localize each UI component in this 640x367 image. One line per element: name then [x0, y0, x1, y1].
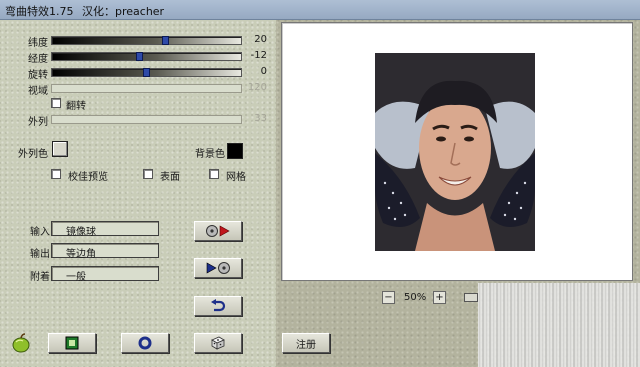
zoom-in-button[interactable]: +: [433, 291, 446, 304]
surface-label: 表面: [160, 172, 180, 183]
play-disc-icon: [206, 262, 230, 274]
outer-color-swatch[interactable]: [52, 141, 68, 157]
grid-label: 网格: [226, 172, 246, 183]
dice-icon: [211, 336, 225, 350]
rotation-value: 0: [260, 66, 267, 77]
background-color-label: 背景色: [195, 149, 225, 160]
grid-checkbox[interactable]: [209, 169, 219, 179]
green-square-icon: [65, 336, 79, 350]
surface-checkbox[interactable]: [143, 169, 153, 179]
apply-reverse-button[interactable]: [194, 258, 242, 278]
longitude-value: -12: [250, 50, 267, 61]
random-button[interactable]: [194, 333, 242, 353]
preview-image: [375, 53, 535, 251]
blue-ring-icon: [138, 336, 152, 350]
outer-color-label: 外列色: [18, 149, 48, 160]
field-of-view-slider[interactable]: [51, 84, 242, 93]
input-field[interactable]: 镜像球: [51, 221, 159, 238]
square-shape-button[interactable]: [48, 333, 96, 353]
outer-column-slider[interactable]: [51, 115, 242, 124]
apple-logo-icon[interactable]: [10, 333, 32, 353]
attach-field[interactable]: 一般: [51, 266, 159, 283]
outer-column-value: 33: [254, 113, 267, 124]
longitude-slider[interactable]: [51, 52, 242, 61]
best-preview-label: 校佳预览: [68, 172, 108, 183]
flip-checkbox[interactable]: [51, 98, 61, 108]
latitude-slider[interactable]: [51, 36, 242, 45]
ring-shape-button[interactable]: [121, 333, 169, 353]
fit-view-icon[interactable]: [464, 293, 478, 302]
best-preview-checkbox[interactable]: [51, 169, 61, 179]
apply-forward-button[interactable]: [194, 221, 242, 241]
window-credit: 汉化：preacher: [82, 5, 165, 18]
rotation-slider[interactable]: [51, 68, 242, 77]
texture-strip: [478, 283, 640, 367]
background-color-swatch[interactable]: [227, 143, 243, 159]
undo-button[interactable]: [194, 296, 242, 316]
longitude-slider-thumb[interactable]: [136, 52, 143, 61]
rotation-slider-thumb[interactable]: [143, 68, 150, 77]
title-bar: 弯曲特效1.75 汉化：preacher: [0, 0, 640, 20]
latitude-slider-thumb[interactable]: [162, 36, 169, 45]
attach-label: 附着: [30, 272, 50, 283]
rotation-label: 旋转: [28, 70, 48, 81]
latitude-value: 20: [254, 34, 267, 45]
field-of-view-label: 视域: [28, 86, 48, 97]
latitude-label: 纬度: [28, 38, 48, 49]
disc-play-icon: [206, 225, 230, 237]
field-of-view-value: 120: [247, 82, 267, 93]
outer-column-label: 外列: [28, 117, 48, 128]
input-label: 输入: [30, 227, 50, 238]
zoom-level: 50%: [404, 292, 427, 303]
flip-label: 翻转: [66, 101, 86, 112]
undo-arrow-icon: [211, 299, 226, 312]
zoom-out-button[interactable]: −: [382, 291, 395, 304]
register-button[interactable]: 注册: [282, 333, 330, 353]
output-label: 输出: [30, 249, 50, 260]
output-field[interactable]: 等边角: [51, 243, 159, 260]
longitude-label: 经度: [28, 54, 48, 65]
window-title: 弯曲特效1.75: [5, 5, 74, 18]
